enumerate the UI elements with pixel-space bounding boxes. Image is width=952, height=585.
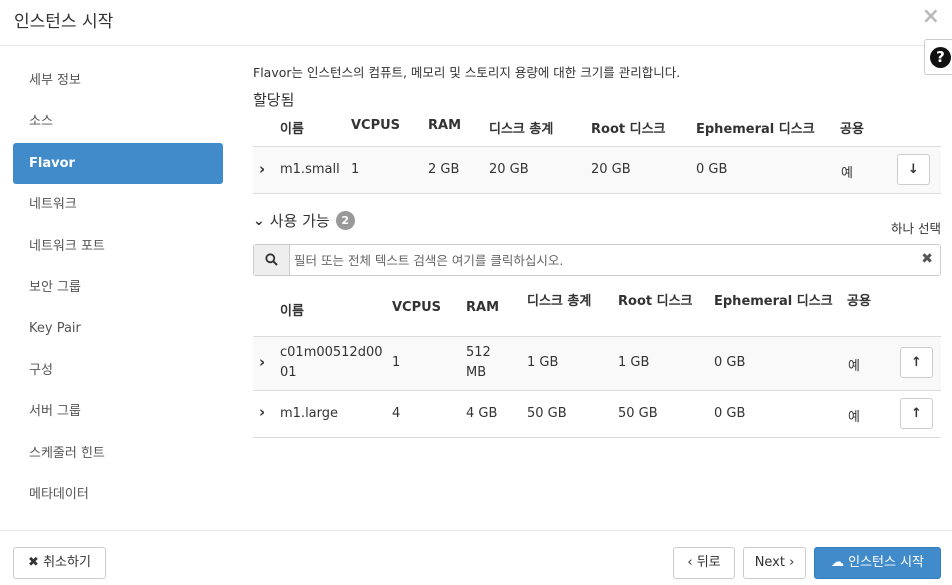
back-button[interactable]: ‹ 뒤로 (673, 547, 735, 579)
allocate-button[interactable]: ↑ (900, 398, 933, 429)
sidebar-item-details[interactable]: 세부 정보 (13, 60, 223, 101)
available-name: m1.large (280, 406, 339, 421)
search-input[interactable] (294, 250, 904, 270)
column-header-name[interactable]: 이름 (280, 300, 304, 319)
wizard-sidebar: 세부 정보 소스 Flavor 네트워크 네트워크 포트 보안 그룹 Key P… (13, 60, 223, 515)
question-icon: ? (930, 47, 951, 68)
sidebar-item-scheduler-hints[interactable]: 스케줄러 힌트 (13, 433, 223, 474)
allocated-vcpus: 1 (351, 162, 360, 177)
available-name-line1: c01m00512d00 (280, 345, 383, 360)
column-header-name[interactable]: 이름 (280, 118, 304, 137)
available-public: 예 (848, 410, 860, 425)
allocate-button[interactable]: ↑ (900, 347, 933, 378)
allocated-public: 예 (841, 166, 853, 181)
sidebar-item-configuration[interactable]: 구성 (13, 350, 223, 391)
available-vcpus: 1 (392, 355, 401, 370)
available-ram-line2: MB (466, 365, 487, 380)
column-header-public[interactable]: 공용 (840, 118, 864, 137)
column-header-root-disk[interactable]: Root 디스크 (591, 118, 666, 137)
sidebar-item-security-group[interactable]: 보안 그룹 (13, 267, 223, 308)
available-name-line2: 01 (280, 365, 297, 380)
sidebar-item-network-port[interactable]: 네트워크 포트 (13, 226, 223, 267)
available-ephemeral: 0 GB (714, 406, 746, 421)
column-header-ephemeral-disk[interactable]: Ephemeral 디스크 (714, 290, 833, 309)
sidebar-item-source[interactable]: 소스 (13, 101, 223, 142)
allocated-ram: 2 GB (428, 162, 460, 177)
column-header-vcpus[interactable]: VCPUS (392, 300, 441, 315)
available-header[interactable]: ⌄ 사용 가능 2 (253, 210, 355, 231)
close-icon: ✖ (28, 555, 39, 570)
available-vcpus: 4 (392, 406, 401, 421)
close-icon[interactable]: × (922, 4, 940, 29)
column-header-root-disk[interactable]: Root 디스크 (618, 290, 693, 309)
chevron-down-icon: ⌄ (253, 212, 265, 229)
allocated-name: m1.small (280, 162, 340, 177)
chevron-right-icon[interactable]: › (259, 160, 265, 178)
launch-instance-button[interactable]: ☁ 인스턴스 시작 (814, 547, 941, 579)
column-header-public[interactable]: 공용 (847, 290, 871, 309)
column-header-total-disk[interactable]: 디스크 총계 (489, 118, 553, 137)
arrow-up-icon: ↑ (911, 406, 922, 421)
modal-footer: ✖ 취소하기 ‹ 뒤로 Next › ☁ 인스턴스 시작 (0, 530, 952, 585)
next-button[interactable]: Next › (743, 547, 806, 579)
available-ram-line1: 512 (466, 345, 491, 360)
available-ram: 4 GB (466, 406, 498, 421)
search-bar: ✖ (253, 244, 941, 276)
launch-label: 인스턴스 시작 (848, 555, 925, 570)
search-icon (254, 245, 290, 275)
allocated-ephemeral: 0 GB (696, 162, 728, 177)
arrow-down-icon: ↓ (908, 162, 919, 177)
sidebar-item-flavor[interactable]: Flavor (13, 142, 223, 185)
available-root-disk: 1 GB (618, 355, 650, 370)
deallocate-button[interactable]: ↓ (897, 154, 930, 185)
flavor-description: Flavor는 인스턴스의 컴퓨트, 메모리 및 스토리지 용량에 대한 크기를… (253, 65, 681, 80)
sidebar-item-network[interactable]: 네트워크 (13, 184, 223, 225)
column-header-ephemeral-disk[interactable]: Ephemeral 디스크 (696, 118, 815, 137)
available-count-badge: 2 (335, 211, 355, 230)
chevron-right-icon[interactable]: › (259, 403, 265, 421)
help-button[interactable]: ? (924, 39, 952, 75)
select-one-hint: 하나 선택 (891, 221, 941, 236)
arrow-up-icon: ↑ (911, 355, 922, 370)
column-header-ram[interactable]: RAM (428, 118, 461, 133)
table-row (253, 391, 941, 438)
available-total-disk: 50 GB (527, 406, 567, 421)
allocated-total-disk: 20 GB (489, 162, 529, 177)
cancel-label: 취소하기 (43, 555, 91, 570)
cloud-upload-icon: ☁ (830, 555, 844, 570)
clear-search-icon[interactable]: ✖ (921, 251, 933, 267)
available-total-disk: 1 GB (527, 355, 559, 370)
column-header-total-disk[interactable]: 디스크 총계 (527, 290, 591, 309)
modal-header: 인스턴스 시작 × (0, 0, 952, 46)
sidebar-item-server-group[interactable]: 서버 그룹 (13, 391, 223, 432)
available-ephemeral: 0 GB (714, 355, 746, 370)
allocated-title: 할당됨 (253, 91, 295, 109)
column-header-vcpus[interactable]: VCPUS (351, 118, 400, 133)
sidebar-item-metadata[interactable]: 메타데이터 (13, 474, 223, 515)
chevron-right-icon[interactable]: › (259, 353, 265, 371)
available-title: 사용 가능 (269, 212, 330, 230)
allocated-root-disk: 20 GB (591, 162, 631, 177)
sidebar-item-key-pair[interactable]: Key Pair (13, 308, 223, 349)
modal-title: 인스턴스 시작 (14, 12, 114, 32)
available-public: 예 (848, 359, 860, 374)
column-header-ram[interactable]: RAM (466, 300, 499, 315)
cancel-button[interactable]: ✖ 취소하기 (13, 547, 106, 579)
available-root-disk: 50 GB (618, 406, 658, 421)
